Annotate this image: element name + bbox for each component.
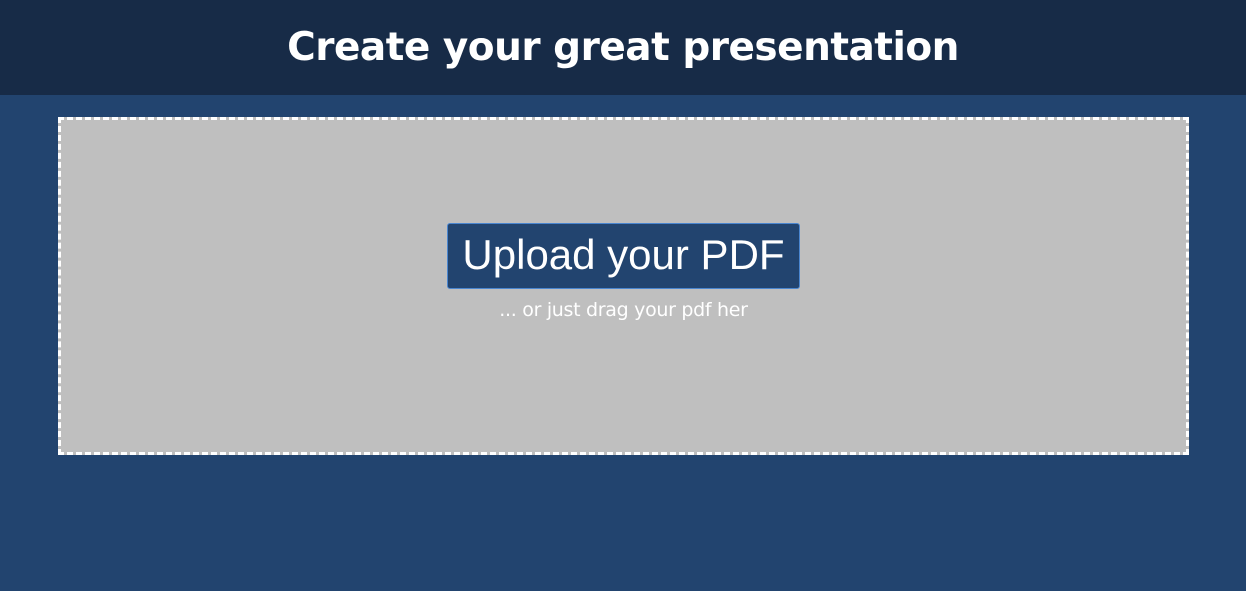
pdf-dropzone[interactable]: Upload your PDF ... or just drag your pd… [58, 117, 1189, 455]
drag-hint-text: ... or just drag your pdf her [499, 298, 748, 321]
upload-pdf-button[interactable]: Upload your PDF [447, 223, 800, 289]
page-title: Create your great presentation [287, 25, 959, 70]
page-header: Create your great presentation [0, 0, 1246, 95]
